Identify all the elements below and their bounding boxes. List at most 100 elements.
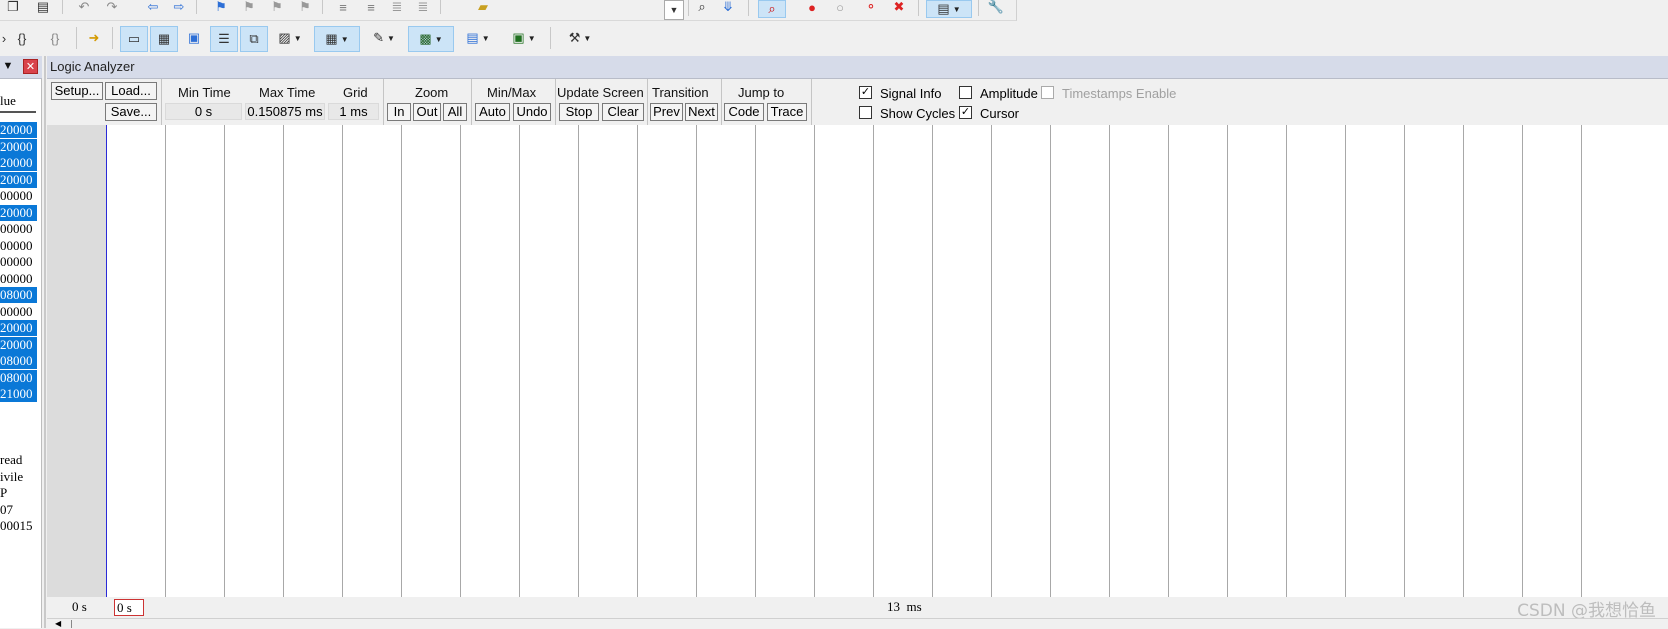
comment-icon[interactable]: ≣: [388, 0, 406, 14]
bookmark-next-icon[interactable]: ⚑: [268, 0, 286, 14]
info-line: 07: [0, 501, 13, 517]
watch-value-row[interactable]: 20000: [0, 204, 37, 221]
step-out-icon[interactable]: {}: [12, 28, 32, 48]
uncomment-icon[interactable]: ≣: [414, 0, 432, 14]
zoom-in-button[interactable]: In: [387, 103, 411, 121]
toolbar-separator: [196, 0, 197, 14]
scrollbar-thumb[interactable]: [71, 620, 1667, 628]
cursor-line[interactable]: [106, 125, 107, 598]
stop-button[interactable]: Stop: [559, 103, 599, 121]
system-viewer-icon[interactable]: ▣ ▼: [504, 26, 544, 50]
window-layout-icon[interactable]: ▤ ▼: [926, 0, 972, 18]
amplitude-checkbox[interactable]: [959, 86, 972, 99]
update-screen-label: Update Screen: [557, 85, 644, 100]
cursor-checkbox[interactable]: ✓: [959, 106, 972, 119]
pin-icon[interactable]: ▼: [2, 59, 14, 73]
registers-window-icon[interactable]: ☰: [210, 26, 238, 52]
dropdown-icon[interactable]: ▼: [664, 0, 684, 20]
toolbar-separator: [688, 0, 689, 16]
grid-line: [1168, 125, 1169, 598]
breakpoint-disable-icon[interactable]: ○: [832, 0, 848, 15]
breakpoint-kill-icon[interactable]: ✖: [890, 0, 908, 14]
indent-icon[interactable]: ≡: [334, 0, 352, 15]
watch-value-row[interactable]: 20000: [0, 320, 37, 336]
watch-value-row[interactable]: 08000: [0, 287, 37, 303]
watch-value-row[interactable]: 20000: [0, 138, 37, 155]
undo-button[interactable]: Undo: [513, 103, 551, 121]
watch-value-row[interactable]: 00000: [0, 304, 37, 320]
show-next-statement-icon[interactable]: ➜: [84, 28, 104, 48]
run-to-cursor-icon[interactable]: {}: [44, 28, 66, 48]
find-in-files-icon[interactable]: ⤋: [718, 0, 738, 14]
watch-window-icon[interactable]: ▨ ▼: [270, 26, 310, 50]
memory-window-icon[interactable]: ▦ ▼: [314, 26, 360, 52]
toolbox-icon[interactable]: ⚒ ▼: [558, 26, 602, 50]
max-time-value: 0.150875 ms: [245, 103, 325, 120]
breakpoint-disable-all-icon[interactable]: ⚬: [862, 0, 880, 14]
show-cycles-checkbox[interactable]: [859, 106, 872, 119]
call-stack-icon[interactable]: ⧉: [240, 26, 268, 52]
redo-icon[interactable]: ↷: [104, 0, 120, 14]
bookmark-prev-icon[interactable]: ⚑: [240, 0, 258, 14]
auto-button[interactable]: Auto: [475, 103, 510, 121]
timestamps-enable-label: Timestamps Enable: [1062, 86, 1177, 101]
trace-window-icon[interactable]: ▤ ▼: [458, 26, 498, 50]
minmax-label: Min/Max: [487, 85, 537, 100]
prev-button[interactable]: Prev: [650, 103, 683, 121]
zoom-all-button[interactable]: All: [443, 103, 467, 121]
load-button[interactable]: Load...: [105, 82, 157, 100]
settings-wrench-icon[interactable]: 🔧: [986, 0, 1006, 14]
symbols-window-icon[interactable]: ▣: [182, 26, 206, 50]
copy-icon[interactable]: ❐: [4, 0, 22, 14]
undo-icon[interactable]: ↶: [76, 0, 92, 14]
bookmark-clear-icon[interactable]: ⚑: [296, 0, 314, 14]
serial-window-icon[interactable]: ✎ ▼: [364, 26, 404, 50]
watch-value-row[interactable]: 00000: [0, 221, 37, 237]
trace-button[interactable]: Trace: [767, 103, 807, 121]
watch-value-row[interactable]: 08000: [0, 369, 37, 386]
watch-value-row[interactable]: 21000: [0, 386, 37, 402]
waveform-area[interactable]: [47, 125, 1668, 598]
grid-line: [1286, 125, 1287, 598]
watch-value-row[interactable]: 20000: [0, 122, 37, 138]
step-over-icon[interactable]: ›: [0, 28, 8, 48]
watch-value-row[interactable]: 20000: [0, 171, 37, 188]
watch-value-row[interactable]: 00000: [0, 238, 37, 254]
watch-value-row[interactable]: 00000: [0, 271, 37, 287]
value-column-header[interactable]: lue: [0, 91, 36, 113]
breakpoint-icon[interactable]: ●: [804, 0, 820, 15]
next-button[interactable]: Next: [685, 103, 718, 121]
analysis-window-icon[interactable]: ▩ ▼: [408, 26, 454, 52]
unindent-icon[interactable]: ≡: [362, 0, 380, 15]
paste-icon[interactable]: ▤: [34, 0, 52, 14]
nav-back-icon[interactable]: ⇦: [144, 0, 162, 14]
watch-value-row[interactable]: 00000: [0, 254, 37, 270]
watch-value-row[interactable]: 00000: [0, 188, 37, 204]
nav-forward-icon[interactable]: ⇨: [170, 0, 188, 14]
find-icon[interactable]: ⌕: [692, 0, 712, 14]
watch-value-row[interactable]: 08000: [0, 353, 37, 369]
setup-button[interactable]: Setup...: [51, 82, 103, 100]
watch-value-row[interactable]: 20000: [0, 336, 37, 353]
panel-splitter[interactable]: [44, 56, 46, 628]
grid-line: [401, 125, 402, 598]
signal-info-checkbox[interactable]: ✓: [859, 86, 872, 99]
command-window-icon[interactable]: ▭: [120, 26, 148, 52]
watch-value-row[interactable]: 20000: [0, 155, 37, 171]
jump-to-label: Jump to: [738, 85, 785, 100]
save-button[interactable]: Save...: [105, 103, 157, 121]
group-separator: [811, 79, 812, 125]
horizontal-scrollbar[interactable]: ◀: [47, 618, 1668, 629]
disassembly-window-icon[interactable]: ▦: [150, 26, 178, 52]
grid-line: [1345, 125, 1346, 598]
chevron-down-icon: ▼: [293, 33, 302, 43]
grid-line: [224, 125, 225, 598]
code-button[interactable]: Code: [724, 103, 764, 121]
zoom-out-button[interactable]: Out: [413, 103, 441, 121]
close-icon[interactable]: ✕: [23, 59, 38, 74]
debug-session-icon[interactable]: ⌕: [758, 0, 786, 18]
time-mid-label: 13 ms: [887, 599, 922, 614]
clear-button[interactable]: Clear: [602, 103, 644, 121]
open-file-icon[interactable]: ▰: [474, 0, 492, 14]
bookmark-icon[interactable]: ⚑: [212, 0, 230, 14]
